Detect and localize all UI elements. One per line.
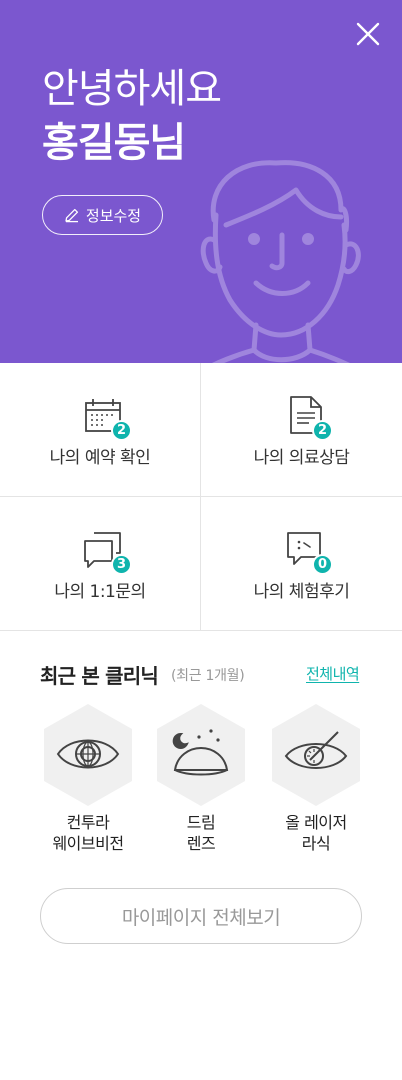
count-badge: 3 bbox=[111, 554, 132, 575]
close-button[interactable] bbox=[352, 18, 384, 50]
edit-profile-button[interactable]: 정보수정 bbox=[42, 195, 163, 235]
edit-profile-label: 정보수정 bbox=[85, 206, 142, 225]
count-badge: 2 bbox=[312, 420, 333, 441]
menu-my-review[interactable]: 0 나의 체험후기 bbox=[201, 497, 402, 631]
pencil-icon bbox=[65, 208, 78, 223]
menu-my-reservation[interactable]: 2 나의 예약 확인 bbox=[0, 363, 201, 497]
clinic-name: 드림 렌즈 bbox=[186, 813, 216, 853]
hexagon-background bbox=[44, 704, 132, 806]
recent-clinics-period: (최근 1개월) bbox=[171, 668, 245, 684]
menu-grid: 2 나의 예약 확인 2 나의 의료상담 3 나의 1:1문의 0 나의 체험후… bbox=[0, 363, 402, 631]
menu-my-consultation[interactable]: 2 나의 의료상담 bbox=[201, 363, 402, 497]
profile-header: 안녕하세요 홍길동님 정보수정 bbox=[0, 0, 402, 363]
hexagon-background bbox=[272, 704, 360, 806]
view-all-history-link[interactable]: 전체내역 bbox=[306, 663, 360, 684]
menu-label: 나의 1:1문의 bbox=[54, 582, 146, 602]
menu-label: 나의 의료상담 bbox=[253, 448, 350, 468]
greeting-text: 안녕하세요 bbox=[42, 66, 222, 112]
count-badge: 0 bbox=[312, 554, 333, 575]
menu-my-inquiry[interactable]: 3 나의 1:1문의 bbox=[0, 497, 201, 631]
count-badge: 2 bbox=[111, 420, 132, 441]
clinic-name: 올 레이저 라식 bbox=[285, 813, 347, 853]
user-name: 홍길동님 bbox=[42, 120, 186, 166]
close-icon bbox=[356, 22, 380, 46]
mypage-view-all-button[interactable]: 마이페이지 전체보기 bbox=[40, 888, 362, 944]
clinic-name: 컨투라 웨이브비전 bbox=[52, 813, 124, 853]
menu-label: 나의 예약 확인 bbox=[49, 448, 151, 468]
recent-clinics-title: 최근 본 클리닉 bbox=[40, 664, 159, 688]
menu-label: 나의 체험후기 bbox=[253, 582, 350, 602]
avatar-illustration bbox=[200, 160, 361, 363]
hexagon-background bbox=[157, 704, 245, 806]
